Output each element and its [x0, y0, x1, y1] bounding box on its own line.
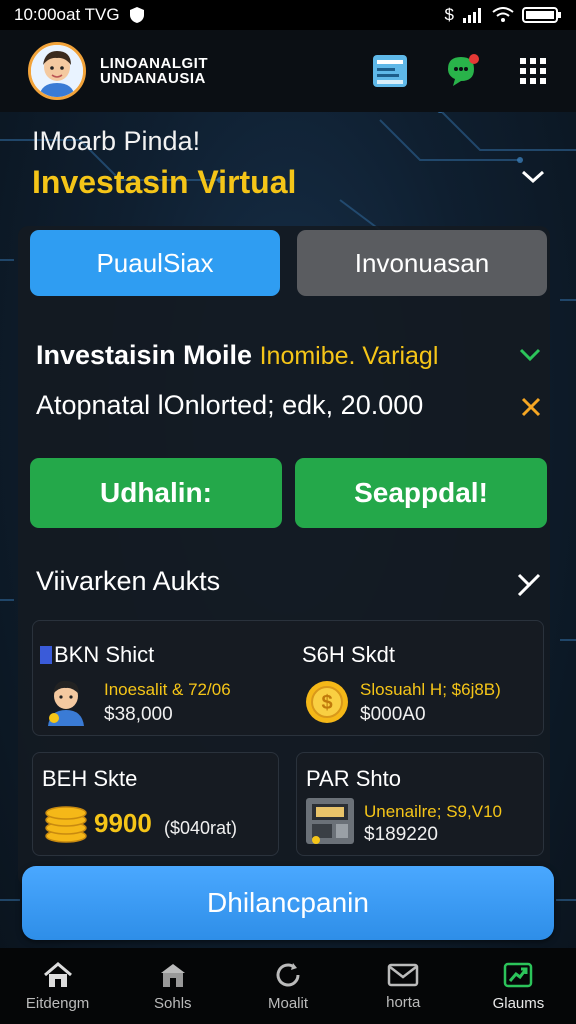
nav-label: horta: [386, 993, 421, 1011]
investment-title-row: Investaisin Moile Inomibe. Variagl: [36, 340, 438, 371]
status-time: 10:00oat TVG: [14, 5, 120, 24]
status-bar: 10:00oat TVG $: [0, 0, 576, 30]
investment-accent: Inomibe. Variagl: [259, 342, 439, 370]
store-icon: [160, 963, 185, 987]
atm-machine-icon: [306, 798, 354, 844]
nav-label: Eitdengm: [25, 994, 90, 1012]
mail-icon: [387, 963, 419, 986]
action-button-left[interactable]: Udhalin:: [30, 458, 282, 528]
app-name-line1: LINOANALGIT: [100, 55, 208, 72]
coin-stack-icon: [45, 806, 87, 843]
battery-icon: [522, 7, 561, 23]
investment-detail: Atopnatal lOnlorted; edk, 20.000: [36, 390, 424, 420]
section-title: Viivarken Aukts: [36, 566, 221, 596]
asset-value: $189220: [364, 824, 438, 845]
nav-label: Glaums: [492, 994, 545, 1012]
check-icon[interactable]: [518, 344, 542, 364]
asset-title: PAR Shto: [306, 766, 401, 791]
asset-value: $38,000: [104, 704, 173, 725]
action-button-right[interactable]: Seappdal!: [295, 458, 547, 528]
nav-item-refresh[interactable]: Moalit: [230, 948, 345, 1024]
nav-label: Moalit: [268, 994, 309, 1012]
chevron-down-icon[interactable]: [520, 166, 546, 186]
asset-title: BEH Skte: [42, 766, 138, 791]
asset-title: S6H Skdt: [302, 642, 395, 667]
primary-cta-button[interactable]: Dhilancpanin: [22, 866, 554, 940]
asset-value: $000A0: [360, 704, 426, 725]
asset-value: ($040rat): [164, 818, 238, 838]
page-title: Investasin Virtual: [32, 164, 297, 200]
chart-up-icon: [504, 962, 533, 987]
app-name: LINOANALGIT UNDANAUSIA: [100, 56, 208, 86]
app-name-line2: UNDANAUSIA: [100, 70, 206, 87]
svg-text:$: $: [321, 692, 332, 714]
nav-label: Sohls: [154, 994, 192, 1012]
nav-item-mail[interactable]: horta: [346, 948, 461, 1024]
expand-icon[interactable]: [516, 572, 542, 596]
wifi-icon: [492, 7, 514, 22]
asset-title-text: BKN Shict: [54, 642, 155, 667]
gold-coin-icon: $: [306, 681, 348, 723]
status-text: $: [444, 5, 454, 24]
shield-icon: [129, 7, 144, 23]
avatar[interactable]: [28, 42, 86, 100]
nav-item-home[interactable]: Eitdengm: [0, 948, 115, 1024]
asset-subtitle: Unenailre; S9,V10: [364, 802, 502, 821]
investor-avatar-icon: [48, 680, 84, 726]
nav-item-store[interactable]: Sohls: [115, 948, 230, 1024]
asset-subtitle: Slosuahl H; $6j8B): [360, 680, 501, 699]
asset-subtitle: Inoesalit & 72/06: [104, 680, 231, 699]
refresh-icon: [276, 962, 300, 986]
signal-icon: [463, 8, 481, 23]
app-header: LINOANALGIT UNDANAUSIA: [0, 30, 576, 112]
asset-badge-icon: [40, 646, 52, 664]
bottom-nav: Eitdengm Sohls Moalit horta Glaums: [0, 948, 576, 1024]
nav-item-charts[interactable]: Glaums: [461, 948, 576, 1024]
grid-menu-icon[interactable]: [518, 56, 548, 86]
avatar-icon: [31, 45, 83, 97]
asset-big-value: 9900: [94, 808, 152, 838]
greeting-text: IMoarb Pinda!: [32, 126, 201, 156]
tab-investment[interactable]: Invonuasan: [297, 230, 547, 296]
chat-notification-icon[interactable]: [444, 53, 482, 89]
document-icon[interactable]: [372, 54, 408, 88]
investment-title: Investaisin Moile: [36, 340, 253, 370]
tab-primary[interactable]: PuaulSiax: [30, 230, 280, 296]
close-icon[interactable]: [520, 396, 542, 418]
asset-title: BKN Shict: [40, 642, 154, 668]
home-icon: [43, 961, 72, 987]
